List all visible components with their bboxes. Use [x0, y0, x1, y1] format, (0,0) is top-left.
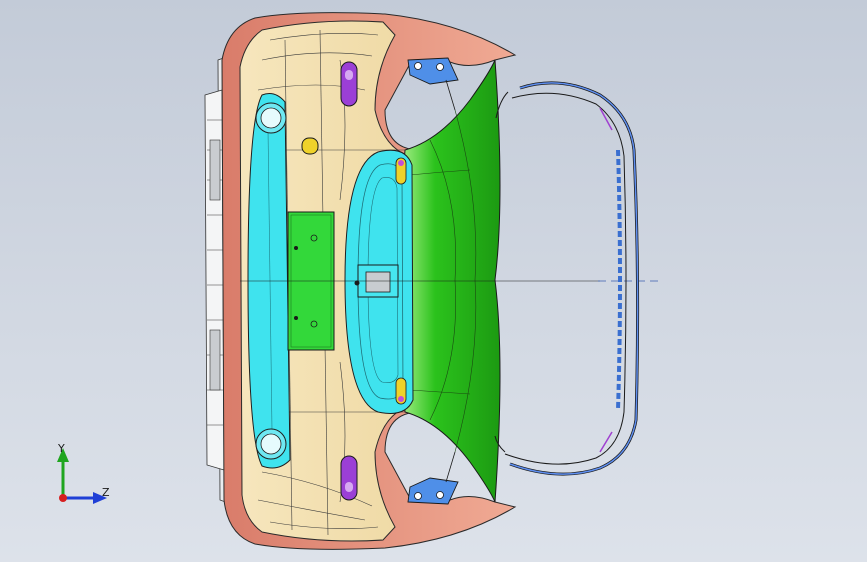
yellow-fastener-grille-top[interactable]: [395, 157, 407, 185]
triad-z-label: Z: [102, 486, 110, 499]
triad-y-label: Y: [58, 442, 65, 455]
cad-viewport[interactable]: Y Z: [0, 0, 867, 562]
fog-lamp-bottom[interactable]: [255, 428, 287, 460]
yellow-fastener-left[interactable]: [301, 137, 319, 155]
coordinate-triad: [57, 448, 107, 504]
fog-lamp-top[interactable]: [255, 102, 287, 134]
model-scene[interactable]: [0, 0, 867, 562]
yellow-fastener-grille-bottom[interactable]: [395, 377, 407, 405]
purple-fastener-top[interactable]: [340, 61, 358, 107]
purple-fastener-bottom[interactable]: [340, 455, 358, 501]
